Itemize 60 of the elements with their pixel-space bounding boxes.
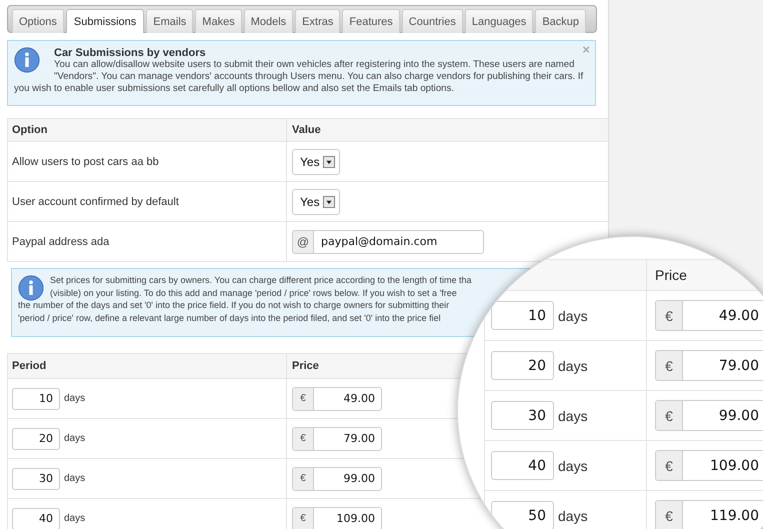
unit-label: days	[558, 408, 588, 424]
unit-label: days	[558, 358, 588, 374]
email-field[interactable]: @ paypal@domain.com	[292, 230, 484, 254]
tab[interactable]: Countries	[402, 9, 463, 33]
price-field[interactable]: € 49.00	[655, 300, 763, 331]
option-label: User account confirmed by default	[12, 196, 179, 208]
period-input[interactable]: 10	[491, 301, 554, 330]
tab[interactable]: Models	[244, 9, 294, 33]
period-input[interactable]: 30	[12, 468, 60, 490]
period-input[interactable]: 50	[491, 501, 554, 529]
price-field[interactable]: € 79.00	[655, 350, 763, 381]
notice-text: You can allow/disallow website users to submit their own vehicles after registering into the system. These users are named	[54, 59, 574, 71]
info-icon	[14, 47, 40, 73]
price-field[interactable]: € 79.00	[292, 426, 382, 450]
period-input[interactable]: 10	[12, 388, 60, 410]
period-input[interactable]: 30	[491, 401, 554, 430]
tab[interactable]: Backup	[535, 9, 586, 33]
tab[interactable]: Submissions	[66, 9, 144, 33]
tab[interactable]: Makes	[195, 9, 242, 33]
price-field[interactable]: € 49.00	[292, 386, 382, 410]
tab[interactable]: Options	[12, 9, 64, 33]
caret-icon	[322, 196, 335, 208]
period-input[interactable]: 20	[12, 428, 60, 450]
notice-text: "Vendors". You can manage vendors' accounts through Users menu. You can also charge vendors for publishing their cars. If	[54, 71, 584, 83]
info-icon	[18, 275, 44, 301]
tab[interactable]: Features	[342, 9, 400, 33]
unit-label: days	[558, 308, 588, 324]
option-label: Allow users to post cars aa bb	[12, 156, 159, 168]
notice-text: you wish to enable user submissions set carefully all options bellow and also set the Emails tab options.	[14, 83, 454, 95]
unit-label: days	[64, 393, 86, 404]
price-field[interactable]: € 119.00	[655, 500, 763, 529]
unit-label: days	[64, 513, 86, 524]
column-header: Price	[291, 359, 319, 374]
price-field[interactable]: € 109.00	[655, 450, 763, 481]
period-input[interactable]: 40	[491, 451, 554, 480]
notice-text: the number of the days and set '0' into the price field. If you do not wish to charge owners for submitting their	[18, 299, 450, 312]
column-header: Period	[8, 354, 287, 378]
unit-label: days	[558, 458, 588, 474]
price-field[interactable]: € 99.00	[292, 466, 382, 490]
notice-text: (visible) on your listing. To do this add and manage 'period / price' rows below. If you wish to set a 'free	[50, 286, 457, 299]
unit-label: days	[558, 508, 588, 524]
tab[interactable]: Emails	[146, 9, 194, 33]
dropdown[interactable]: Yes	[292, 188, 340, 214]
price-field[interactable]: € 99.00	[655, 400, 763, 431]
dropdown[interactable]: Yes	[292, 148, 340, 174]
period-input[interactable]: 20	[491, 351, 554, 380]
caret-icon	[322, 156, 335, 168]
unit-label: days	[64, 433, 86, 444]
tab[interactable]: Extras	[295, 9, 340, 33]
column-header: Option	[8, 119, 287, 141]
period-input[interactable]: 40	[12, 508, 60, 529]
notice-text: Set prices for submitting cars by owners. You can charge different price according to the length of time tha	[50, 274, 472, 286]
tab[interactable]: Languages	[464, 9, 534, 33]
unit-label: days	[64, 473, 86, 484]
column-header: Value	[291, 123, 321, 138]
price-field[interactable]: € 109.00	[292, 506, 382, 529]
notice-title: Car Submissions by vendors	[54, 47, 206, 59]
option-label: Paypal address ada	[12, 236, 110, 248]
notice-text: 'period / price' row, define a relevant large number of days into the period filed, and set '0' into the price fiel	[18, 312, 441, 324]
column-header: Price	[654, 266, 687, 285]
